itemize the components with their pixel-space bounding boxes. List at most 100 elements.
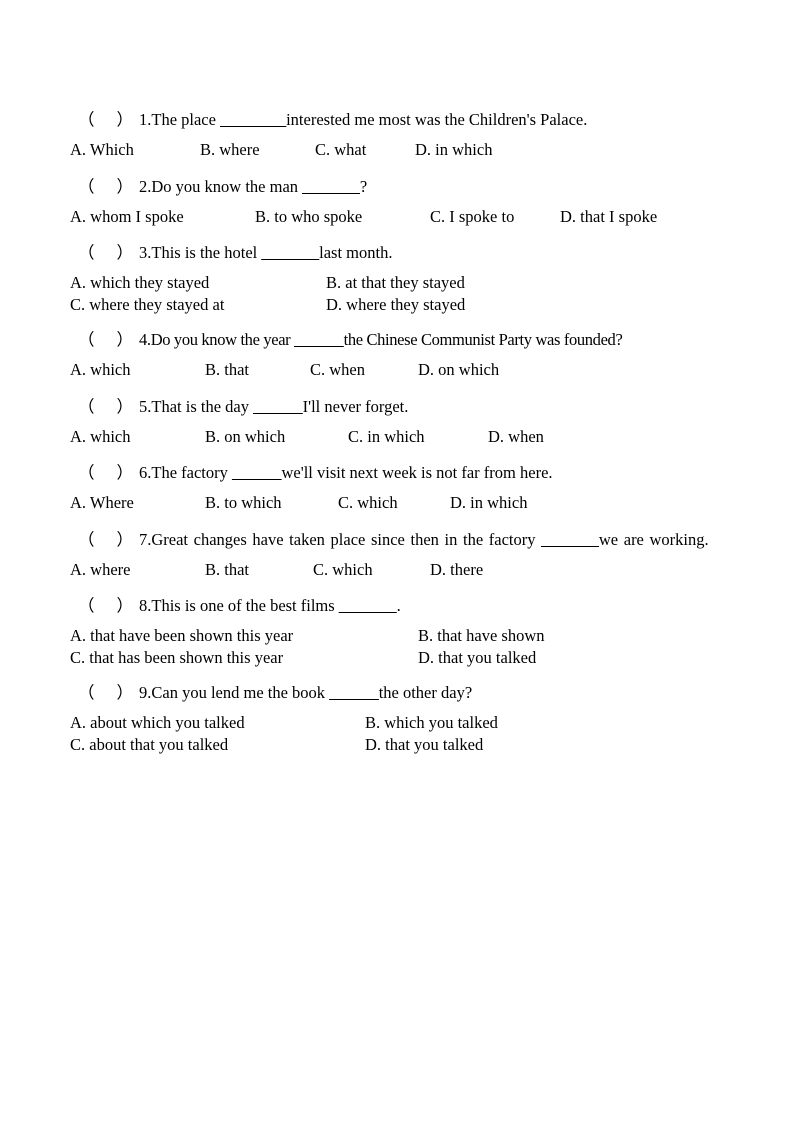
option-row: A. which B. that C. when D. on which — [70, 359, 724, 381]
question-block: （） 9.Can you lend me the book ______the o… — [70, 677, 724, 764]
option-item[interactable]: C. which — [313, 559, 430, 581]
fill-in-blank[interactable]: ______ — [294, 330, 344, 349]
question-stem-before: Do you know the man — [151, 176, 303, 196]
option-item[interactable]: B. that — [205, 359, 310, 381]
option-row: A. that have been shown this year B. that… — [70, 625, 724, 647]
question-block: （） 3.This is the hotel _______last month.… — [70, 237, 724, 324]
option-row: C. that has been shown this year D. that … — [70, 647, 724, 669]
question-block: （） 5.That is the day ______I'll never for… — [70, 391, 724, 458]
option-item[interactable]: B. which you talked — [365, 712, 498, 734]
document-page: （） 1.The place ________interested me most… — [0, 0, 794, 1123]
paren-close: ） — [116, 529, 134, 549]
paren-open: （ — [78, 243, 95, 262]
paren-open: （ — [78, 396, 95, 416]
option-item[interactable]: C. when — [310, 359, 418, 381]
option-list: A. which they stayed B. at that they stay… — [70, 272, 724, 315]
option-item[interactable]: B. to who spoke — [255, 206, 430, 228]
option-item[interactable]: D. where they stayed — [326, 294, 465, 316]
paren-open: （ — [78, 683, 95, 702]
option-item[interactable]: C. where they stayed at — [70, 294, 326, 316]
paren-open: （ — [78, 463, 95, 482]
option-item[interactable]: B. that — [205, 559, 313, 581]
option-item[interactable]: D. there — [430, 559, 483, 581]
question-block: （） 2.Do you know the man _______? A. whom … — [70, 171, 724, 238]
fill-in-blank[interactable]: ______ — [253, 397, 303, 416]
fill-in-blank[interactable]: _______ — [339, 596, 397, 615]
question-number: 8. — [139, 596, 152, 615]
option-item[interactable]: A. Where — [70, 492, 205, 514]
option-item[interactable]: D. that I spoke — [560, 206, 657, 228]
fill-in-blank[interactable]: ________ — [220, 110, 286, 129]
option-item[interactable]: A. whom I spoke — [70, 206, 255, 228]
option-item[interactable]: D. in which — [450, 492, 527, 514]
option-item[interactable]: A. that have been shown this year — [70, 625, 418, 647]
option-list: A. which B. on which C. in which D. when — [70, 426, 724, 448]
option-item[interactable]: B. where — [200, 139, 315, 161]
question-number: 3. — [139, 243, 152, 262]
fill-in-blank[interactable]: _______ — [261, 243, 319, 262]
answer-bracket[interactable]: （） — [78, 243, 133, 262]
option-item[interactable]: D. that you talked — [418, 647, 536, 669]
option-item[interactable]: A. which — [70, 359, 205, 381]
question-stem-after: I'll never forget. — [302, 396, 409, 416]
question-number: 7. — [139, 529, 152, 549]
question-line: （） 1.The place ________interested me most… — [70, 104, 724, 135]
option-item[interactable]: D. when — [488, 426, 544, 448]
option-item[interactable]: A. which they stayed — [70, 272, 326, 294]
fill-in-blank[interactable]: ______ — [329, 683, 379, 702]
option-item[interactable]: A. which — [70, 426, 205, 448]
option-item[interactable]: B. at that they stayed — [326, 272, 465, 294]
question-number: 6. — [139, 463, 152, 482]
option-item[interactable]: C. that has been shown this year — [70, 647, 418, 669]
answer-bracket[interactable]: （） — [78, 177, 133, 196]
paren-close: ） — [116, 330, 134, 349]
option-item[interactable]: B. on which — [205, 426, 348, 448]
answer-bracket[interactable]: （） — [78, 530, 133, 549]
question-block: （） 1.The place ________interested me most… — [70, 104, 724, 171]
option-item[interactable]: D. in which — [415, 139, 492, 161]
option-item[interactable]: D. on which — [418, 359, 499, 381]
question-block: （） 7.Great changes have taken place since… — [70, 524, 724, 591]
fill-in-blank[interactable]: _______ — [541, 530, 599, 549]
option-list: A. Which B. where C. what D. in which — [70, 139, 724, 161]
answer-bracket[interactable]: （） — [78, 596, 133, 615]
fill-in-blank[interactable]: ______ — [232, 463, 282, 482]
option-item[interactable]: C. in which — [348, 426, 488, 448]
question-stem-after: ? — [359, 176, 368, 196]
question-stem-before: The factory — [151, 463, 232, 482]
option-item[interactable]: C. about that you talked — [70, 734, 365, 756]
question-line: （） 8.This is one of the best films ______… — [70, 590, 724, 621]
question-stem-before: Do you know the year — [150, 330, 295, 349]
option-item[interactable]: B. to which — [205, 492, 338, 514]
option-item[interactable]: C. I spoke to — [430, 206, 560, 228]
option-item[interactable]: A. about which you talked — [70, 712, 365, 734]
question-block: （） 6.The factory ______we'll visit next w… — [70, 457, 724, 524]
fill-in-blank[interactable]: _______ — [302, 177, 360, 196]
paren-open: （ — [78, 176, 95, 196]
question-stem-before: Can you lend me the book — [151, 683, 330, 702]
answer-bracket[interactable]: （） — [78, 330, 133, 349]
question-stem-after: last month. — [319, 243, 393, 262]
paren-open: （ — [78, 529, 95, 549]
option-item[interactable]: C. which — [338, 492, 450, 514]
paren-close: ） — [116, 463, 134, 482]
question-stem-before: This is the hotel — [151, 243, 262, 262]
answer-bracket[interactable]: （） — [78, 110, 133, 129]
option-item[interactable]: A. where — [70, 559, 205, 581]
answer-bracket[interactable]: （） — [78, 397, 133, 416]
paren-open: （ — [78, 110, 95, 129]
option-item[interactable]: B. that have shown — [418, 625, 544, 647]
option-row: A. Which B. where C. what D. in which — [70, 139, 724, 161]
answer-bracket[interactable]: （） — [78, 683, 133, 702]
option-item[interactable]: D. that you talked — [365, 734, 483, 756]
option-item[interactable]: C. what — [315, 139, 415, 161]
question-line: （） 9.Can you lend me the book ______the o… — [70, 677, 724, 708]
answer-bracket[interactable]: （） — [78, 463, 133, 482]
option-item[interactable]: A. Which — [70, 139, 200, 161]
